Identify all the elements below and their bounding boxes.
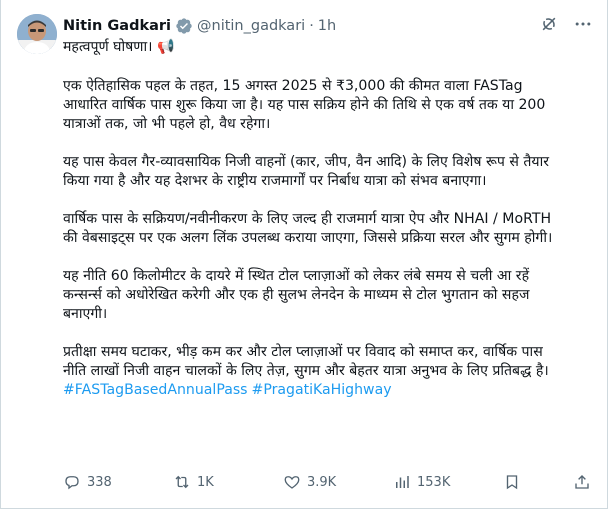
hashtag-link[interactable]: #FASTagBasedAnnualPass <box>63 382 248 398</box>
views-button[interactable]: 153K <box>393 473 503 491</box>
views-count: 153K <box>417 474 451 490</box>
post-headline: महत्वपूर्ण घोषणा। 📢 <box>63 39 175 55</box>
bookmark-button[interactable] <box>503 473 543 491</box>
post-paragraph-3: वार्षिक पास के सक्रियण/नवीनीकरण के लिए ज… <box>63 211 553 246</box>
reply-count: 338 <box>87 474 112 490</box>
post-card[interactable]: Nitin Gadkari @nitin_gadkari · 1h महत्वप… <box>0 0 608 509</box>
reply-button[interactable]: 338 <box>63 473 173 491</box>
header-actions <box>539 14 593 34</box>
like-button[interactable]: 3.9K <box>283 473 393 491</box>
post-body: महत्वपूर्ण घोषणा। 📢 एक ऐतिहासिक पहल के त… <box>63 38 563 400</box>
share-button[interactable] <box>573 473 591 491</box>
avatar-image <box>17 14 57 54</box>
repost-button[interactable]: 1K <box>173 473 283 491</box>
views-icon <box>396 476 409 488</box>
post-paragraph-1: एक ऐतिहासिक पहल के तहत, 15 अगस्त 2025 से… <box>63 78 546 132</box>
verified-badge-icon <box>175 17 193 35</box>
share-icon <box>575 475 589 489</box>
action-bar: 338 1K 3.9K 153K <box>63 470 591 494</box>
more-icon[interactable] <box>573 14 593 34</box>
like-count: 3.9K <box>307 474 337 490</box>
repost-count: 1K <box>197 474 214 490</box>
hashtag-list: #FASTagBasedAnnualPass #PragatiKaHighway <box>63 381 563 400</box>
avatar[interactable] <box>17 14 57 54</box>
separator-dot: · <box>309 18 314 34</box>
repost-icon <box>175 475 189 489</box>
post-header: Nitin Gadkari @nitin_gadkari · 1h <box>63 14 336 38</box>
author-name[interactable]: Nitin Gadkari <box>63 18 171 34</box>
post-time[interactable]: 1h <box>318 18 336 34</box>
post-paragraph-5: प्रतीक्षा समय घटाकर, भीड़ कम कर और टोल प… <box>63 344 549 379</box>
grok-icon[interactable] <box>539 14 559 34</box>
bookmark-icon <box>506 475 518 490</box>
post-paragraph-4: यह नीति 60 किलोमीटर के दायरे में स्थित ट… <box>63 268 530 322</box>
author-handle[interactable]: @nitin_gadkari <box>197 18 305 34</box>
post-paragraph-2: यह पास केवल गैर-व्यावसायिक निजी वाहनों (… <box>63 154 550 189</box>
reply-icon <box>65 476 79 490</box>
hashtag-link[interactable]: #PragatiKaHighway <box>252 382 392 398</box>
heart-icon <box>284 476 300 489</box>
